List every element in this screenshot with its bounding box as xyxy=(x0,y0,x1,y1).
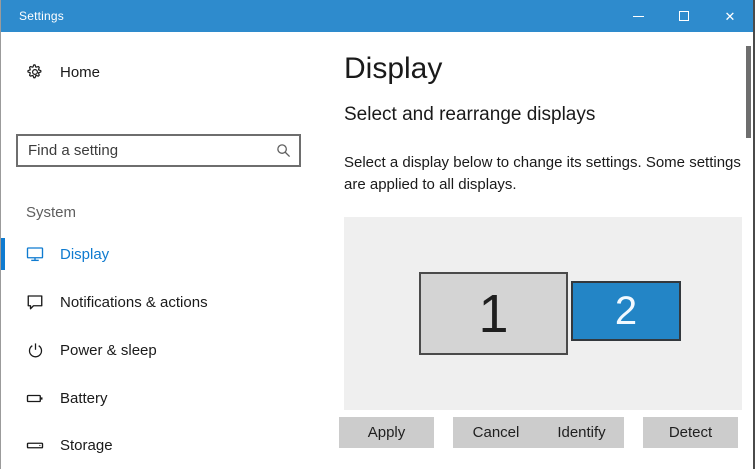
sidebar-item-display[interactable]: Display xyxy=(1,238,331,270)
storage-icon xyxy=(26,436,44,454)
sidebar-item-label: Battery xyxy=(60,389,108,407)
monitor-1[interactable]: 1 xyxy=(419,272,568,355)
sidebar-item-label: Display xyxy=(60,245,110,263)
sidebar-item-notifications[interactable]: Notifications & actions xyxy=(1,286,331,318)
sidebar-item-label: Storage xyxy=(60,436,113,454)
maximize-icon xyxy=(679,11,689,21)
power-icon xyxy=(26,341,44,359)
notifications-icon xyxy=(26,293,44,311)
main-content: Display Select and rearrange displays Se… xyxy=(339,32,744,469)
sidebar-item-storage[interactable]: Storage xyxy=(1,429,331,461)
sidebar-item-label: Power & sleep xyxy=(60,341,157,359)
scrollbar-thumb[interactable] xyxy=(746,46,751,138)
titlebar: Settings ✕ xyxy=(1,0,753,32)
display-icon xyxy=(26,245,44,263)
cancel-button[interactable]: Cancel xyxy=(453,417,539,448)
minimize-icon xyxy=(632,15,644,17)
monitor-2-selected[interactable]: 2 xyxy=(571,281,681,341)
gear-icon xyxy=(26,63,44,81)
sidebar-item-label: Notifications & actions xyxy=(60,293,208,311)
battery-icon xyxy=(26,389,44,407)
sidebar-item-label: Home xyxy=(60,63,101,81)
search-box xyxy=(16,134,301,167)
search-icon[interactable] xyxy=(267,143,299,158)
section-heading: Select and rearrange displays xyxy=(344,104,596,125)
page-title: Display xyxy=(344,52,443,85)
detect-button[interactable]: Detect xyxy=(643,417,738,448)
search-input[interactable] xyxy=(18,136,267,165)
window-controls: ✕ xyxy=(615,0,753,32)
close-icon: ✕ xyxy=(724,8,736,24)
sidebar-section-system: System xyxy=(26,204,77,221)
display-arrangement-panel: 1 2 xyxy=(344,217,742,410)
sidebar: Home System Display Notification xyxy=(1,32,331,469)
sidebar-item-power-sleep[interactable]: Power & sleep xyxy=(1,334,331,366)
window-title: Settings xyxy=(19,9,64,23)
selected-accent-bar xyxy=(1,238,5,270)
minimize-button[interactable] xyxy=(615,0,661,32)
close-button[interactable]: ✕ xyxy=(707,0,753,32)
sidebar-item-battery[interactable]: Battery xyxy=(1,382,331,414)
button-row: Apply Cancel Identify Detect xyxy=(339,417,742,448)
maximize-button[interactable] xyxy=(661,0,707,32)
sidebar-item-home[interactable]: Home xyxy=(1,56,331,88)
identify-button[interactable]: Identify xyxy=(539,417,624,448)
section-description: Select a display below to change its set… xyxy=(344,154,741,193)
apply-button[interactable]: Apply xyxy=(339,417,434,448)
